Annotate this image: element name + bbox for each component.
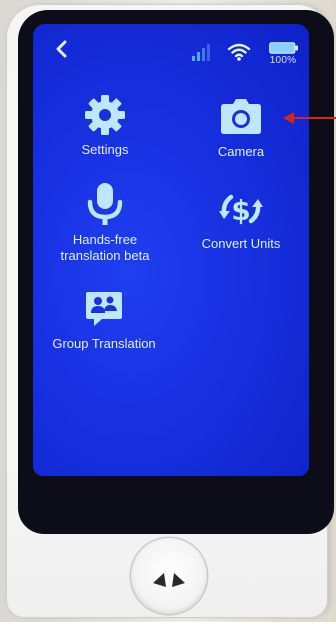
hands-free-label-line2: translation beta — [60, 248, 150, 263]
chevron-left-icon — [56, 40, 67, 58]
back-button[interactable] — [49, 37, 73, 61]
microphone-icon — [82, 182, 128, 228]
convert-units-tile[interactable]: $ Convert Units — [191, 186, 291, 252]
battery-percentage: 100% — [269, 55, 297, 66]
group-translation-tile[interactable]: Group Translation — [41, 286, 167, 352]
signal-icon — [192, 44, 210, 61]
camera-label: Camera — [217, 144, 265, 159]
gear-icon — [82, 92, 128, 138]
device-screen: 100% Settings Camera Hands-free translat… — [33, 24, 309, 476]
home-button[interactable] — [131, 538, 207, 614]
camera-tile[interactable]: Camera — [203, 94, 279, 160]
hands-free-label-line1: Hands-free — [72, 232, 138, 247]
hands-free-label: Hands-free translation beta — [61, 232, 150, 264]
convert-units-label: Convert Units — [201, 236, 281, 251]
currency-exchange-icon: $ — [218, 186, 264, 232]
group-translation-label: Group Translation — [52, 336, 156, 351]
home-arrows-icon — [153, 573, 185, 587]
settings-label: Settings — [81, 142, 129, 157]
battery-icon — [269, 42, 298, 54]
camera-icon — [218, 94, 264, 140]
red-arrow-annotation — [283, 112, 336, 124]
svg-text:$: $ — [231, 194, 250, 227]
group-chat-icon — [81, 286, 127, 332]
wifi-icon — [227, 43, 251, 61]
settings-tile[interactable]: Settings — [67, 92, 143, 158]
status-bar: 100% — [33, 24, 309, 70]
hands-free-translation-tile[interactable]: Hands-free translation beta — [47, 182, 163, 264]
